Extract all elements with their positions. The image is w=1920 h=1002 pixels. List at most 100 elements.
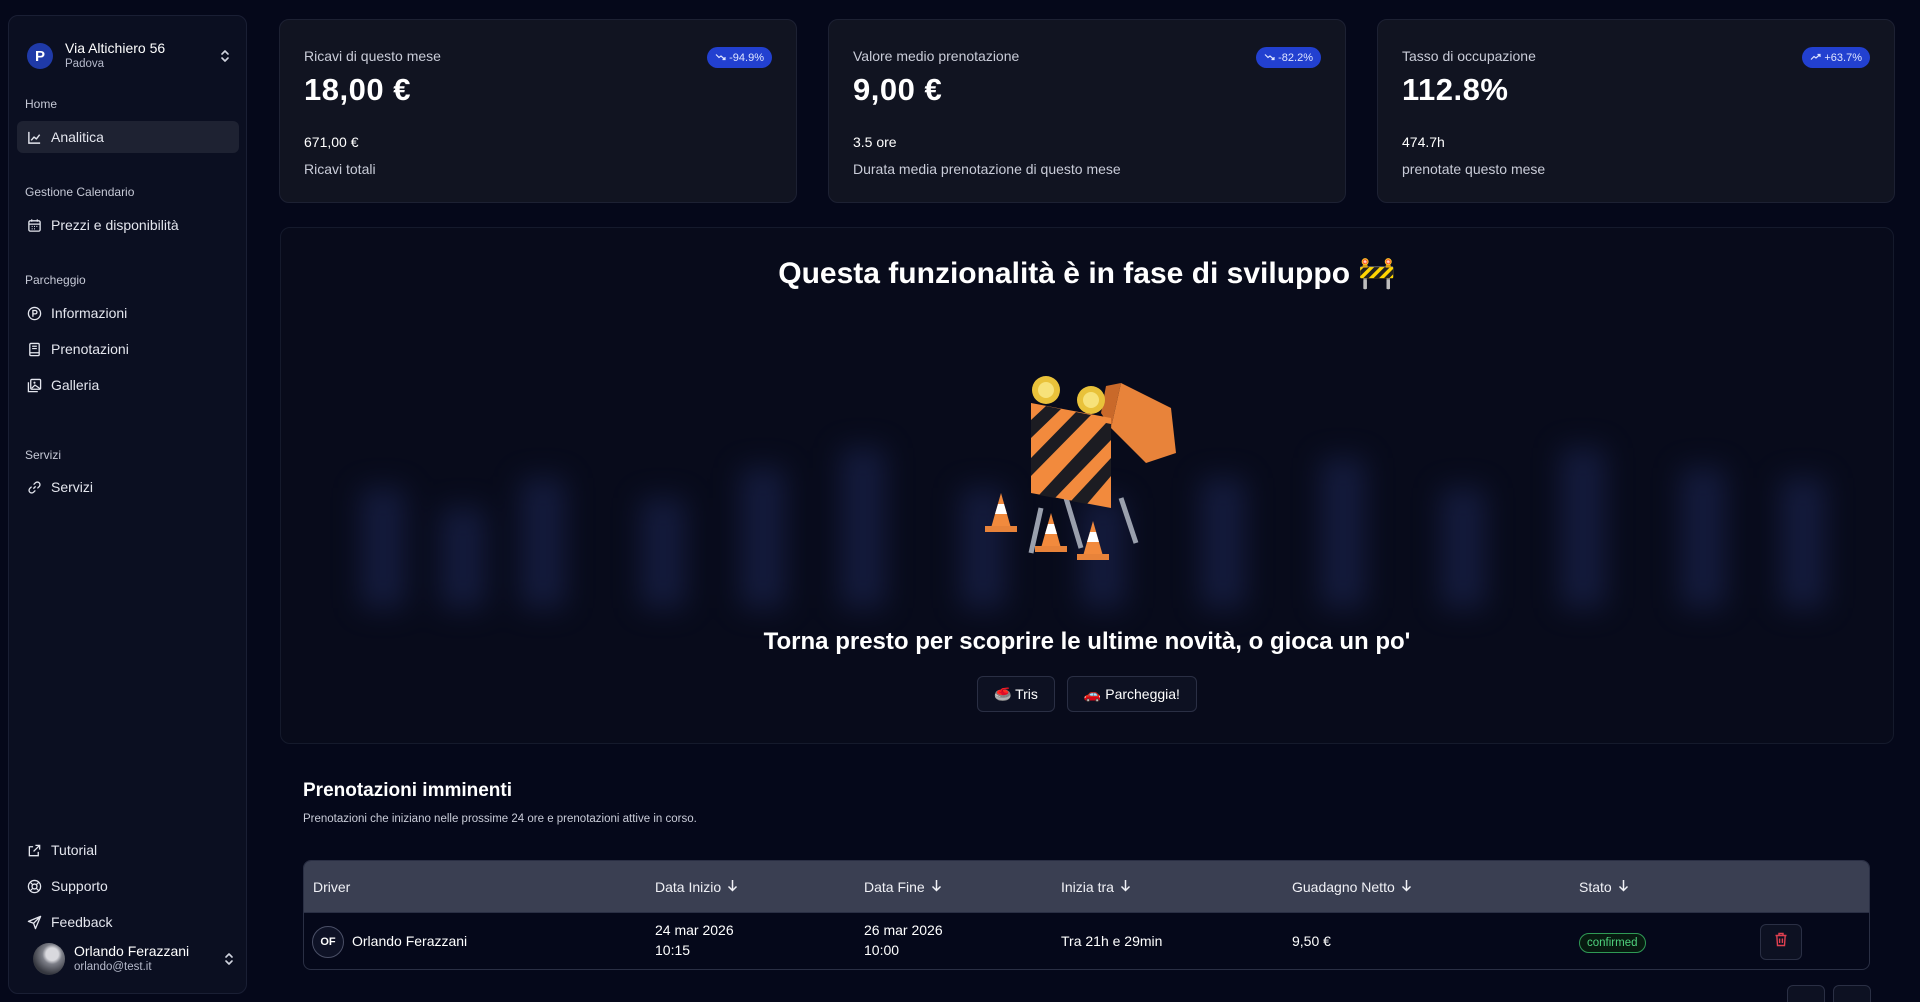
sidebar-item-label: Prenotazioni [51, 341, 129, 357]
trend-badge-text: -94.9% [729, 51, 764, 64]
location-city: Padova [65, 58, 105, 70]
trend-badge: +63.7% [1802, 47, 1870, 68]
tris-button[interactable]: 🥌 Tris [977, 676, 1055, 712]
status-badge: confirmed [1579, 933, 1646, 953]
column-inizia-tra[interactable]: Inizia tra [1061, 861, 1131, 913]
sidebar: P Via Altichiero 56 Padova Home Analitic… [8, 15, 247, 994]
net-earning: 9,50 € [1292, 933, 1331, 949]
sidebar-item-label: Servizi [51, 479, 94, 495]
stat-sub-label: Durata media prenotazione di questo mese [853, 161, 1121, 177]
calendar-icon [26, 217, 42, 233]
end-date: 26 mar 2026 [864, 922, 943, 938]
column-guadagno-netto[interactable]: Guadagno Netto [1292, 861, 1412, 913]
arrow-down-icon [1401, 879, 1412, 895]
end-time: 10:00 [864, 942, 900, 958]
stat-sub-value: 3.5 ore [853, 134, 897, 150]
chart-line-icon [26, 129, 42, 145]
previous-page-button[interactable] [1787, 985, 1825, 1002]
sidebar-item-label: Analitica [51, 129, 104, 145]
stat-value: 112.8% [1402, 72, 1509, 107]
send-icon [26, 914, 42, 930]
sidebar-item-label: Galleria [51, 377, 100, 393]
trend-down-icon [1264, 52, 1275, 64]
arrow-down-icon [931, 879, 942, 895]
sidebar-item-prenotazioni[interactable]: Prenotazioni [17, 333, 239, 365]
sidebar-item-label: Tutorial [51, 842, 98, 858]
stat-label: Tasso di occupazione [1402, 48, 1536, 64]
column-data-inizio[interactable]: Data Inizio [655, 861, 738, 913]
start-time: 10:15 [655, 942, 691, 958]
location-switcher[interactable]: P Via Altichiero 56 Padova [23, 32, 233, 80]
game-buttons: 🥌 Tris 🚗 Parcheggia! [281, 676, 1893, 712]
stat-label: Valore medio prenotazione [853, 48, 1020, 64]
dev-subtitle: Torna presto per scoprire le ultime novi… [763, 628, 1411, 655]
next-page-button[interactable] [1833, 985, 1871, 1002]
column-data-fine[interactable]: Data Fine [864, 861, 942, 913]
section-description: Prenotazioni che iniziano nelle prossime… [303, 813, 697, 825]
group-label-servizi: Servizi [25, 448, 62, 462]
avatar [33, 943, 65, 975]
sidebar-item-tutorial[interactable]: Tutorial [17, 834, 239, 866]
stat-card-avg-booking: Valore medio prenotazione -82.2% 9,00 € … [828, 19, 1346, 203]
arrow-down-icon [727, 879, 738, 895]
sidebar-item-label: Supporto [51, 878, 108, 894]
stat-card-revenue: Ricavi di questo mese -94.9% 18,00 € 671… [279, 19, 797, 203]
stat-sub-label: prenotate questo mese [1402, 161, 1546, 177]
trend-badge-text: -82.2% [1278, 51, 1313, 64]
driver-initials-avatar: OF [312, 926, 344, 958]
sidebar-item-label: Informazioni [51, 305, 128, 321]
link-icon [26, 479, 42, 495]
chevron-updown-icon [217, 46, 233, 66]
section-title: Prenotazioni imminenti [303, 780, 513, 801]
sidebar-item-supporto[interactable]: Supporto [17, 870, 239, 902]
sidebar-item-feedback[interactable]: Feedback [17, 906, 239, 938]
column-stato[interactable]: Stato [1579, 861, 1629, 913]
column-label: Driver [313, 879, 351, 895]
stat-sub-value: 474.7h [1402, 134, 1445, 150]
user-menu[interactable]: Orlando Ferazzani orlando@test.it [23, 936, 237, 982]
start-date: 24 mar 2026 [655, 922, 734, 938]
group-label-parcheggio: Parcheggio [25, 273, 86, 287]
sidebar-item-label: Prezzi e disponibilità [51, 217, 179, 233]
column-label: Inizia tra [1061, 879, 1114, 895]
book-icon [26, 341, 42, 357]
starts-in: Tra 21h e 29min [1061, 933, 1163, 949]
stat-label: Ricavi di questo mese [304, 48, 441, 64]
stat-value: 18,00 € [304, 72, 411, 107]
location-name: Via Altichiero 56 [65, 40, 166, 56]
sidebar-item-prezzi[interactable]: Prezzi e disponibilità [17, 209, 239, 241]
user-name: Orlando Ferazzani [74, 943, 190, 959]
bookings-table: Driver Data Inizio Data Fine Inizia tra … [303, 860, 1870, 970]
table-row[interactable]: OF Orlando Ferazzani 24 mar 2026 10:15 2… [304, 914, 1869, 969]
external-link-icon [26, 842, 42, 858]
arrow-down-icon [1120, 879, 1131, 895]
chevron-updown-icon [221, 949, 237, 969]
sidebar-item-label: Feedback [51, 914, 113, 930]
delete-button[interactable] [1760, 924, 1802, 960]
stat-card-occupancy: Tasso di occupazione +63.7% 112.8% 474.7… [1377, 19, 1895, 203]
sidebar-item-servizi[interactable]: Servizi [17, 471, 239, 503]
column-driver: Driver [313, 861, 350, 913]
sidebar-item-galleria[interactable]: Galleria [17, 369, 239, 401]
sidebar-item-analitica[interactable]: Analitica [17, 121, 239, 153]
stat-value: 9,00 € [853, 72, 943, 107]
parcheggia-button[interactable]: 🚗 Parcheggia! [1066, 676, 1197, 712]
column-label: Stato [1579, 879, 1612, 895]
stat-sub-label: Ricavi totali [304, 161, 376, 177]
column-label: Guadagno Netto [1292, 879, 1395, 895]
column-label: Data Fine [864, 879, 925, 895]
trend-down-icon [715, 52, 726, 64]
arrow-down-icon [1618, 879, 1629, 895]
trend-badge: -82.2% [1256, 47, 1321, 68]
sidebar-item-informazioni[interactable]: Informazioni [17, 297, 239, 329]
gallery-icon [26, 377, 42, 393]
trend-up-icon [1810, 52, 1821, 64]
dev-title: Questa funzionalità è in fase di svilupp… [778, 257, 1396, 290]
dev-placeholder-panel: Questa funzionalità è in fase di svilupp… [280, 227, 1894, 744]
user-email: orlando@test.it [74, 961, 152, 973]
parking-icon [26, 305, 42, 321]
location-badge: P [27, 43, 53, 69]
trend-badge-text: +63.7% [1824, 51, 1862, 64]
trash-icon [1774, 932, 1788, 952]
driver-name: Orlando Ferazzani [352, 933, 468, 949]
